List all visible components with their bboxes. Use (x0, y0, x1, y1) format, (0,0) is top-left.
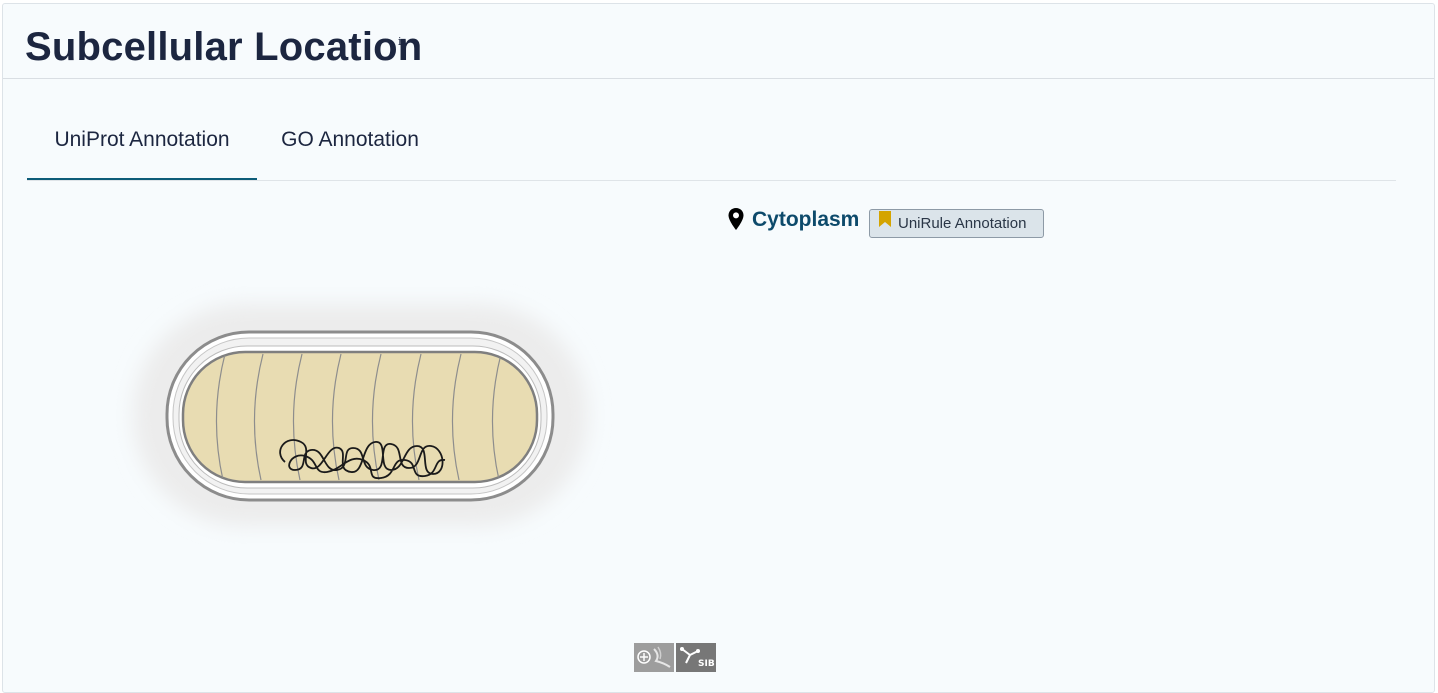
evidence-badge-label: UniRule Annotation (898, 215, 1027, 232)
swisslipids-icon (637, 646, 671, 668)
subcellular-location-card: Subcellular Location i UniProt Annotatio… (2, 3, 1435, 693)
annotation-tabs: UniProt Annotation GO Annotation (27, 100, 1396, 181)
sib-logo-label: SIB (698, 659, 715, 669)
evidence-badge[interactable]: UniRule Annotation (869, 209, 1044, 238)
sib-logo[interactable]: SIB (676, 643, 716, 672)
section-title: Subcellular Location (25, 25, 423, 69)
swisslipids-logo[interactable] (634, 643, 674, 672)
map-pin-icon (728, 208, 744, 230)
bacterial-cell-illustration (133, 304, 588, 526)
card-header: Subcellular Location i (3, 4, 1434, 79)
bookmark-icon (879, 211, 891, 227)
cytoplasm (181, 350, 539, 484)
tab-uniprot-annotation[interactable]: UniProt Annotation (27, 100, 257, 180)
info-marker[interactable]: i (398, 35, 402, 48)
illustration-credits: SIB (634, 643, 716, 673)
tab-go-annotation[interactable]: GO Annotation (257, 100, 443, 180)
location-name-link[interactable]: Cytoplasm (752, 207, 859, 233)
